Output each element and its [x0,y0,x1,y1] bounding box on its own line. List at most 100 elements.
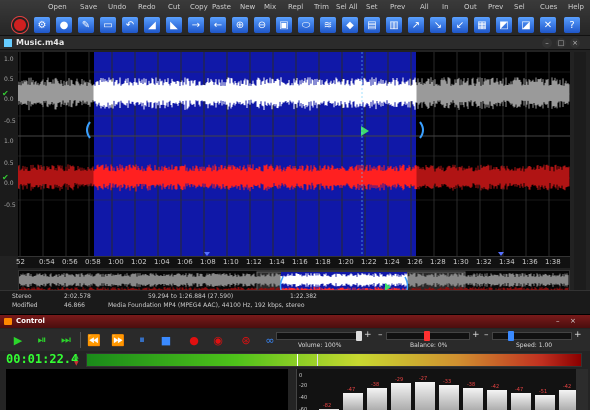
fade-in-icon[interactable]: ◢ [144,17,160,33]
spectrum-icon[interactable]: ↘ [430,17,446,33]
timeline-label: 1:24 [384,258,400,266]
vertical-scrollbar[interactable] [574,52,586,310]
scale-label: -0.5 [4,118,16,125]
stop-record-icon[interactable] [12,17,28,33]
timecode-down-icon[interactable]: ▼ [74,360,79,367]
right-channel-toggle-icon[interactable]: ✔ [2,174,10,182]
chart-icon[interactable]: ↙ [452,17,468,33]
frequency-bar-label: -27 [419,375,428,382]
frequency-bar [391,382,411,410]
play-button[interactable]: ▶ [10,332,26,348]
timecode-up-icon[interactable]: ▲ [74,353,79,360]
fade-out-icon[interactable]: ◣ [166,17,182,33]
waveform-view[interactable] [18,52,570,256]
balance-slider-thumb[interactable] [424,331,430,341]
left-channel-toggle-icon[interactable]: ✔ [2,90,10,98]
time-row: 00:01:22.4 ▲ ▼ [0,351,590,369]
toolbar-label-cues[interactable]: Cues [540,3,557,11]
volume-slider-thumb[interactable] [356,331,362,341]
speed-slider-track[interactable] [492,332,572,340]
control-title: Control [16,317,45,325]
status-bar: Stereo 2:02.578 59.294 to 1:26.884 (27.5… [0,290,590,312]
speed-increase-icon[interactable]: + [574,330,582,340]
control-minimize-icon[interactable]: – [556,317,560,325]
toolbar-label-set[interactable]: Set [366,3,378,11]
cue-icon[interactable]: ▥ [386,17,402,33]
snap-icon[interactable]: ↗ [408,17,424,33]
effects-icon[interactable]: ≋ [320,17,336,33]
toolbar-label-prev-cue[interactable]: Prev [488,3,503,11]
speed-slider[interactable]: – + Speed: 1.00 [484,330,586,350]
stop-button[interactable]: ■ [158,332,174,348]
timecode-display: 00:01:22.4 [6,352,79,366]
volume-slider-track[interactable] [276,332,362,340]
toolbar-label-save[interactable]: Save [80,3,97,11]
arrow-out-icon[interactable]: ← [210,17,226,33]
minimize-icon[interactable]: – [542,38,552,48]
normalize-icon[interactable]: ⊖ [254,17,270,33]
transport-bar: ▶ ⏯ ⏭ ⏪ ⏩ ⏸ ■ ● ◉ ⊛ ∞ + Volume: 100% – + [0,329,590,351]
close-icon[interactable]: × [570,38,580,48]
pencil-icon[interactable]: ✎ [78,17,94,33]
time-icon[interactable]: ▦ [474,17,490,33]
control-close-icon[interactable]: × [570,317,576,325]
toolbar-labels: Open Save Undo Redo Cut Copy Paste New M… [0,0,590,14]
record-settings-icon[interactable]: ⚙ [34,17,50,33]
toolbar-label-new[interactable]: New [240,3,255,11]
reverse-icon[interactable]: ⬭ [298,17,314,33]
record-options-icon[interactable]: ◉ [210,332,226,348]
balance-decrease-icon[interactable]: – [378,330,383,340]
eq-icon[interactable]: ▤ [364,17,380,33]
toolbar-label-all[interactable]: All [420,3,429,11]
volume-slider[interactable]: + Volume: 100% [276,330,376,350]
waveform-canvas[interactable] [18,52,570,256]
toolbar-label-help[interactable]: Help [568,3,584,11]
selection-end-handle[interactable] [419,121,424,139]
cube-icon[interactable]: ◆ [342,17,358,33]
help-icon[interactable]: ? [564,17,580,33]
toolbar-label-paste[interactable]: Paste [212,3,231,11]
play-looped-icon[interactable]: ⏭ [58,332,74,348]
undo-icon[interactable]: ↶ [122,17,138,33]
timeline-ruler[interactable]: 52 0:54 0:56 0:58 1:00 1:02 1:04 1:06 1:08 1:10 1:… [16,256,570,268]
toolbar-label-mix[interactable]: Mix [264,3,276,11]
volume-increase-icon[interactable]: + [364,330,372,340]
speed-slider-thumb[interactable] [508,331,514,341]
toolbar-label-trim[interactable]: Trim [314,3,329,11]
toolbar-label-sel-all[interactable]: Sel All [336,3,358,11]
crop-icon[interactable]: ▭ [100,17,116,33]
amplify-icon[interactable]: ▣ [276,17,292,33]
record-new-icon[interactable]: ⊛ [238,332,254,348]
marker-icon[interactable]: ● [56,17,72,33]
toolbar-label-open[interactable]: Open [48,3,67,11]
toolbar-label-sel[interactable]: Sel [514,3,525,11]
toolbar-label-in[interactable]: In [442,3,449,11]
speed-decrease-icon[interactable]: – [484,330,489,340]
toolbar-label-repl[interactable]: Repl [288,3,303,11]
toolbar-label-cut[interactable]: Cut [168,3,180,11]
clear-icon[interactable]: ✕ [540,17,556,33]
rewind-button[interactable]: ⏪ [86,332,102,348]
bookmark-icon[interactable]: ◩ [496,17,512,33]
db-scale-label: -40 [299,395,308,401]
toolbar-label-redo[interactable]: Redo [138,3,156,11]
status-cursor: 1:22.382 [290,293,317,300]
toolbar-label-prev[interactable]: Prev [390,3,405,11]
toolbar-label-copy[interactable]: Copy [190,3,208,11]
select-icon[interactable]: ◪ [518,17,534,33]
fast-forward-button[interactable]: ⏩ [110,332,126,348]
play-to-end-icon[interactable]: ⏯ [34,332,50,348]
arrow-in-icon[interactable]: → [188,17,204,33]
timeline-label: 1:04 [154,258,170,266]
balance-slider[interactable]: – + Balance: 0% [378,330,482,350]
balance-increase-icon[interactable]: + [472,330,480,340]
record-button[interactable]: ● [186,332,202,348]
toolbar-label-undo[interactable]: Undo [108,3,126,11]
control-scrollbar[interactable] [576,369,588,410]
zoom-icon[interactable]: ⊕ [232,17,248,33]
pause-button[interactable]: ⏸ [134,332,150,348]
maximize-icon[interactable]: □ [556,38,566,48]
scale-label: -0.5 [4,202,16,209]
toolbar-label-out[interactable]: Out [464,3,477,11]
spectrum-view [6,369,288,410]
